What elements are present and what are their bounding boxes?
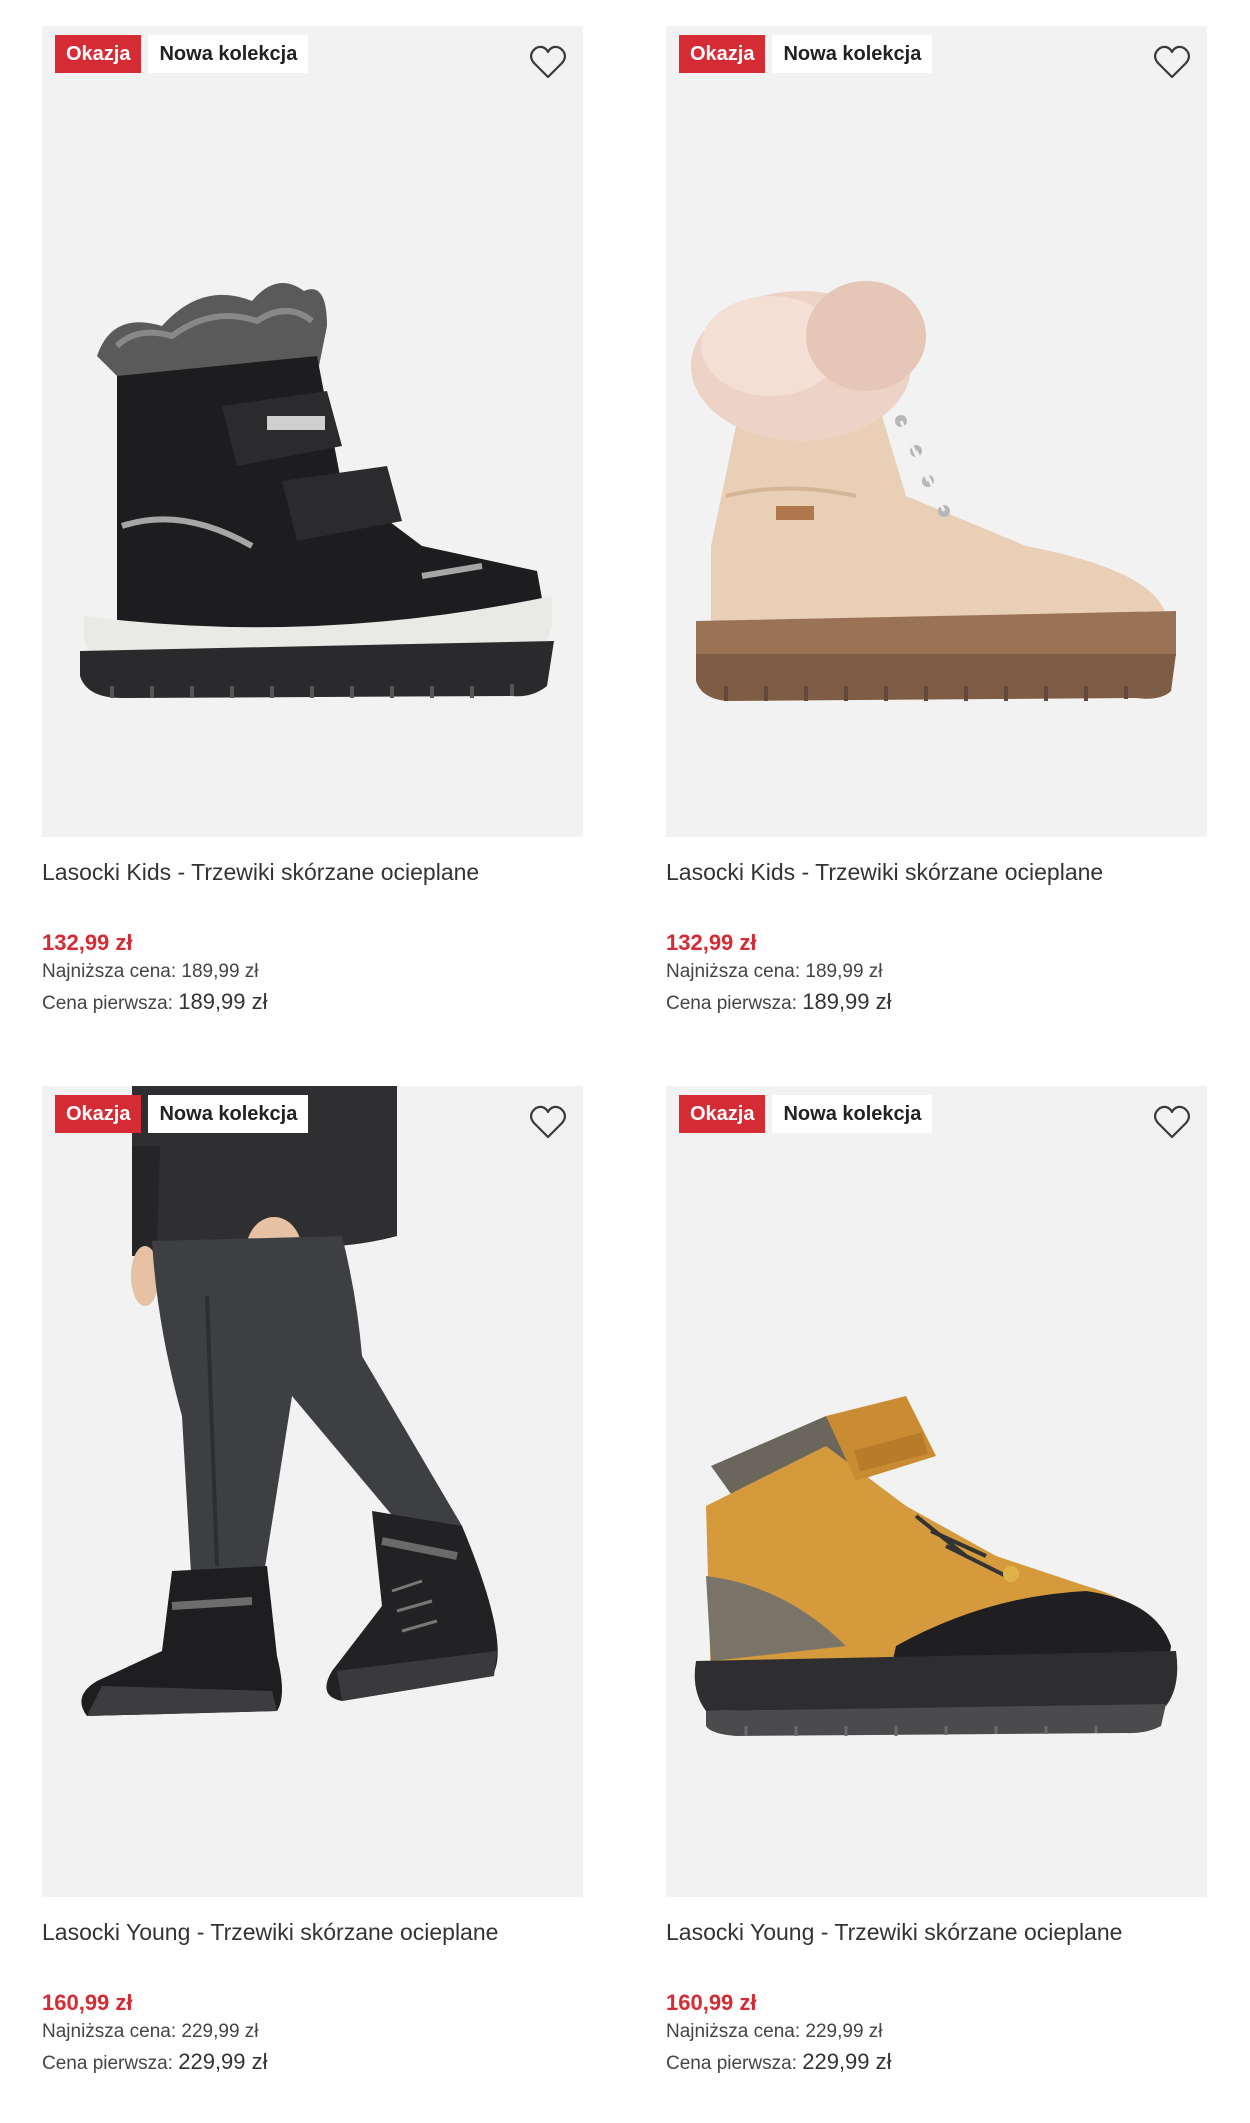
new-collection-badge: Nowa kolekcja: [772, 35, 933, 73]
favorite-button[interactable]: [1153, 1104, 1191, 1140]
first-price-label: Cena pierwsza:: [42, 2053, 173, 2074]
first-price-row: Cena pierwsza: 229,99 zł: [42, 2047, 583, 2079]
sale-badge: Okazja: [679, 35, 766, 73]
first-price-row: Cena pierwsza: 189,99 zł: [42, 987, 583, 1019]
product-photo-child-wearing-boots: [81, 1086, 498, 1716]
first-price-value: 189,99 zł: [802, 989, 892, 1014]
product-image[interactable]: Okazja Nowa kolekcja: [666, 26, 1207, 837]
heart-outline-icon: [1153, 1105, 1191, 1139]
product-card[interactable]: Okazja Nowa kolekcja Lasocki Young - Trz…: [666, 1086, 1207, 2079]
product-image[interactable]: Okazja Nowa kolekcja: [42, 1086, 583, 1897]
product-title[interactable]: Lasocki Young - Trzewiki skórzane ociepl…: [42, 1917, 583, 1947]
product-price: 160,99 zł: [42, 1990, 133, 2015]
first-price-label: Cena pierwsza:: [666, 993, 797, 1014]
first-price-value: 229,99 zł: [178, 2049, 268, 2074]
lowest-price-value: 229,99 zł: [181, 2021, 259, 2042]
product-photo-beige-boot: [691, 281, 1176, 701]
product-card[interactable]: Okazja Nowa kolekcja Lasocki Kids - Trze…: [666, 26, 1207, 1019]
favorite-button[interactable]: [1153, 44, 1191, 80]
product-price: 132,99 zł: [666, 930, 757, 955]
lowest-price-row: Najniższa cena: 189,99 zł: [666, 957, 1207, 987]
product-price: 160,99 zł: [666, 1990, 757, 2015]
new-collection-badge: Nowa kolekcja: [772, 1095, 933, 1133]
lowest-price-label: Najniższa cena:: [666, 2021, 801, 2042]
lowest-price-label: Najniższa cena:: [666, 961, 801, 982]
product-photo-tan-boot: [694, 1396, 1178, 1736]
product-card[interactable]: Okazja Nowa kolekcja Lasocki Kids - Trze…: [42, 26, 583, 1019]
sale-badge: Okazja: [55, 1095, 142, 1133]
heart-outline-icon: [529, 45, 567, 79]
first-price-label: Cena pierwsza:: [42, 993, 173, 1014]
product-title[interactable]: Lasocki Kids - Trzewiki skórzane ociepla…: [666, 857, 1207, 887]
product-image[interactable]: Okazja Nowa kolekcja: [42, 26, 583, 837]
first-price-value: 189,99 zł: [178, 989, 268, 1014]
lowest-price-row: Najniższa cena: 189,99 zł: [42, 957, 583, 987]
lowest-price-label: Najniższa cena:: [42, 961, 177, 982]
first-price-row: Cena pierwsza: 189,99 zł: [666, 987, 1207, 1019]
product-title[interactable]: Lasocki Kids - Trzewiki skórzane ociepla…: [42, 857, 583, 887]
heart-outline-icon: [529, 1105, 567, 1139]
favorite-button[interactable]: [529, 44, 567, 80]
new-collection-badge: Nowa kolekcja: [148, 1095, 309, 1133]
first-price-value: 229,99 zł: [802, 2049, 892, 2074]
lowest-price-value: 189,99 zł: [805, 961, 883, 982]
lowest-price-value: 229,99 zł: [805, 2021, 883, 2042]
lowest-price-row: Najniższa cena: 229,99 zł: [42, 2017, 583, 2047]
first-price-row: Cena pierwsza: 229,99 zł: [666, 2047, 1207, 2079]
product-price: 132,99 zł: [42, 930, 133, 955]
heart-outline-icon: [1153, 45, 1191, 79]
lowest-price-value: 189,99 zł: [181, 961, 259, 982]
product-photo-black-boot: [80, 283, 554, 698]
favorite-button[interactable]: [529, 1104, 567, 1140]
product-title[interactable]: Lasocki Young - Trzewiki skórzane ociepl…: [666, 1917, 1207, 1947]
product-image[interactable]: Okazja Nowa kolekcja: [666, 1086, 1207, 1897]
product-card[interactable]: Okazja Nowa kolekcja Lasocki Young - Trz…: [42, 1086, 583, 2079]
new-collection-badge: Nowa kolekcja: [148, 35, 309, 73]
sale-badge: Okazja: [679, 1095, 766, 1133]
sale-badge: Okazja: [55, 35, 142, 73]
first-price-label: Cena pierwsza:: [666, 2053, 797, 2074]
lowest-price-label: Najniższa cena:: [42, 2021, 177, 2042]
lowest-price-row: Najniższa cena: 229,99 zł: [666, 2017, 1207, 2047]
